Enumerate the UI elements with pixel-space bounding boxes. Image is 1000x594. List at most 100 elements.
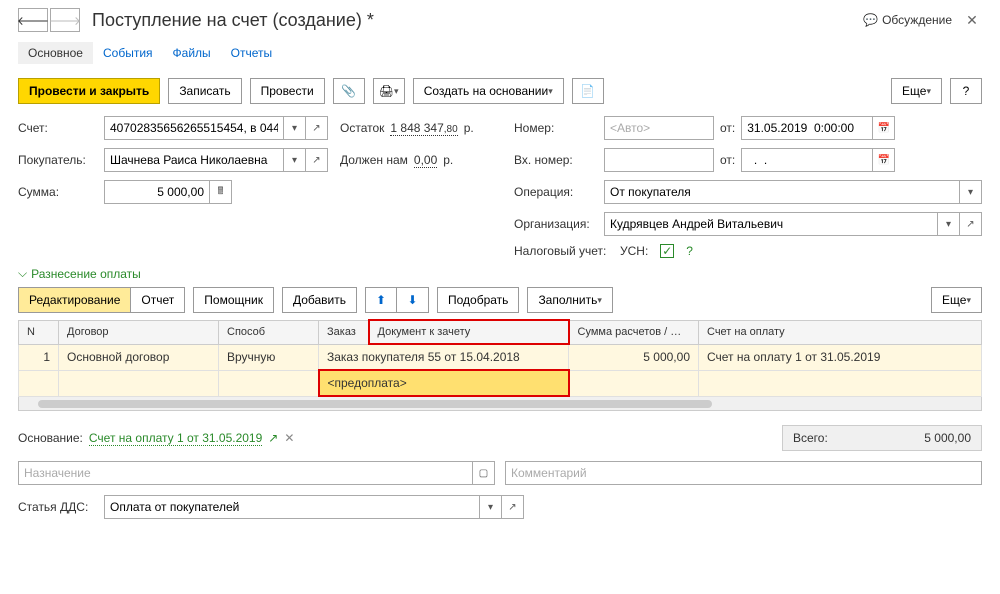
report-mode-button[interactable]: Отчет [131, 287, 185, 313]
table-row[interactable]: <предоплата> [19, 370, 982, 396]
balance-label: Остаток [340, 121, 384, 135]
cell-contract: Основной договор [59, 344, 219, 370]
dropdown-icon[interactable]: ▾ [938, 212, 960, 236]
dropdown-icon[interactable]: ▾ [960, 180, 982, 204]
horizontal-scrollbar[interactable] [18, 397, 982, 411]
calendar-icon[interactable]: 📅 [873, 148, 895, 172]
col-sum[interactable]: Сумма расчетов / … [569, 320, 699, 344]
tab-main[interactable]: Основное [18, 42, 93, 64]
org-label: Организация: [514, 217, 598, 231]
tab-files[interactable]: Файлы [163, 42, 221, 64]
post-and-close-button[interactable]: Провести и закрыть [18, 78, 160, 104]
tab-events[interactable]: События [93, 42, 163, 64]
paperclip-icon: 📎 [341, 84, 356, 98]
help-icon[interactable]: ? [686, 244, 693, 258]
tax-checkbox[interactable]: ✓ [660, 244, 674, 258]
print-button[interactable]: 🖨 [373, 78, 405, 104]
open-ref-icon[interactable]: ↗ [502, 495, 524, 519]
dropdown-icon[interactable]: ▾ [284, 148, 306, 172]
sum-label: Сумма: [18, 185, 98, 199]
org-input[interactable] [604, 212, 938, 236]
section-title: Разнесение оплаты [31, 267, 141, 281]
cell-empty [699, 370, 982, 396]
from-label: от: [720, 121, 735, 135]
table-row[interactable]: 1 Основной договор Вручную Заказ покупат… [19, 344, 982, 370]
open-ref-icon[interactable]: ↗ [306, 148, 328, 172]
create-based-button[interactable]: Создать на основании [413, 78, 564, 104]
cell-n: 1 [19, 344, 59, 370]
cell-order-doc: Заказ покупателя 55 от 15.04.2018 [319, 344, 569, 370]
tab-bar: Основное События Файлы Отчеты [18, 42, 982, 64]
comment-input[interactable] [505, 461, 982, 485]
add-row-button[interactable]: Добавить [282, 287, 357, 313]
purpose-input[interactable] [18, 461, 473, 485]
payment-section-header[interactable]: Разнесение оплаты [18, 266, 982, 281]
cell-method: Вручную [219, 344, 319, 370]
in-date-input[interactable] [741, 148, 873, 172]
more-button[interactable]: Еще [891, 78, 942, 104]
open-ref-icon[interactable]: ↗ [268, 431, 278, 445]
edit-mode-button[interactable]: Редактирование [18, 287, 131, 313]
buyer-label: Покупатель: [18, 153, 98, 167]
dropdown-icon[interactable]: ▾ [284, 116, 306, 140]
report-button[interactable]: 📄 [572, 78, 604, 104]
arrow-down-icon: ⬇ [407, 293, 417, 307]
number-input[interactable] [604, 116, 714, 140]
basis-link[interactable]: Счет на оплату 1 от 31.05.2019 [89, 431, 262, 446]
buyer-input[interactable] [104, 148, 284, 172]
account-input[interactable] [104, 116, 284, 140]
save-button[interactable]: Записать [168, 78, 241, 104]
nav-forward-button[interactable]: 🡒 [50, 8, 80, 32]
dds-input[interactable] [104, 495, 480, 519]
basis-label: Основание: [18, 431, 83, 445]
clear-icon[interactable]: ✕ [284, 431, 294, 445]
nav-back-button[interactable]: 🡐 [18, 8, 48, 32]
col-doc-offset[interactable]: Документ к зачету [369, 320, 569, 344]
col-method[interactable]: Способ [219, 320, 319, 344]
fill-button[interactable]: Заполнить [527, 287, 612, 313]
open-ref-icon[interactable]: ↗ [306, 116, 328, 140]
cell-empty [569, 370, 699, 396]
operation-input[interactable] [604, 180, 960, 204]
col-contract[interactable]: Договор [59, 320, 219, 344]
col-order[interactable]: Заказ [319, 320, 369, 344]
post-button[interactable]: Провести [250, 78, 325, 104]
owes-link[interactable]: 0,00 [414, 153, 437, 168]
pick-button[interactable]: Подобрать [437, 287, 519, 313]
cell-empty [19, 370, 59, 396]
table-more-button[interactable]: Еще [931, 287, 982, 313]
move-up-button[interactable]: ⬆ [365, 287, 397, 313]
cell-empty [219, 370, 319, 396]
discussion-link[interactable]: 💬 Обсуждение [863, 13, 952, 27]
tab-reports[interactable]: Отчеты [221, 42, 282, 64]
calendar-icon[interactable]: 📅 [873, 116, 895, 140]
help-button[interactable]: ? [950, 78, 982, 104]
cell-prepayment[interactable]: <предоплата> [319, 370, 569, 396]
dds-label: Статья ДДС: [18, 500, 98, 514]
account-label: Счет: [18, 121, 98, 135]
sum-input[interactable] [104, 180, 210, 204]
helper-button[interactable]: Помощник [193, 287, 274, 313]
discussion-label: Обсуждение [882, 13, 952, 27]
number-label: Номер: [514, 121, 598, 135]
dropdown-icon[interactable]: ▾ [480, 495, 502, 519]
move-down-button[interactable]: ⬇ [397, 287, 429, 313]
report-icon: 📄 [580, 84, 595, 98]
date-input[interactable] [741, 116, 873, 140]
col-n[interactable]: N [19, 320, 59, 344]
tax-label: Налоговый учет: [514, 244, 614, 258]
expand-icon[interactable]: ▢ [473, 461, 495, 485]
col-invoice[interactable]: Счет на оплату [699, 320, 982, 344]
cell-invoice: Счет на оплату 1 от 31.05.2019 [699, 344, 982, 370]
attachment-button[interactable]: 📎 [333, 78, 365, 104]
chat-icon: 💬 [863, 13, 878, 27]
owes-label: Должен нам [340, 153, 408, 167]
cell-sum: 5 000,00 [569, 344, 699, 370]
calculator-icon[interactable]: 🖩 [210, 180, 232, 204]
open-ref-icon[interactable]: ↗ [960, 212, 982, 236]
payment-table: N Договор Способ Заказ Документ к зачету… [18, 319, 982, 397]
in-number-input[interactable] [604, 148, 714, 172]
close-icon[interactable]: ✕ [962, 10, 982, 30]
balance-link[interactable]: 1 848 347,80 [390, 121, 457, 136]
page-title: Поступление на счет (создание) * [92, 10, 863, 31]
